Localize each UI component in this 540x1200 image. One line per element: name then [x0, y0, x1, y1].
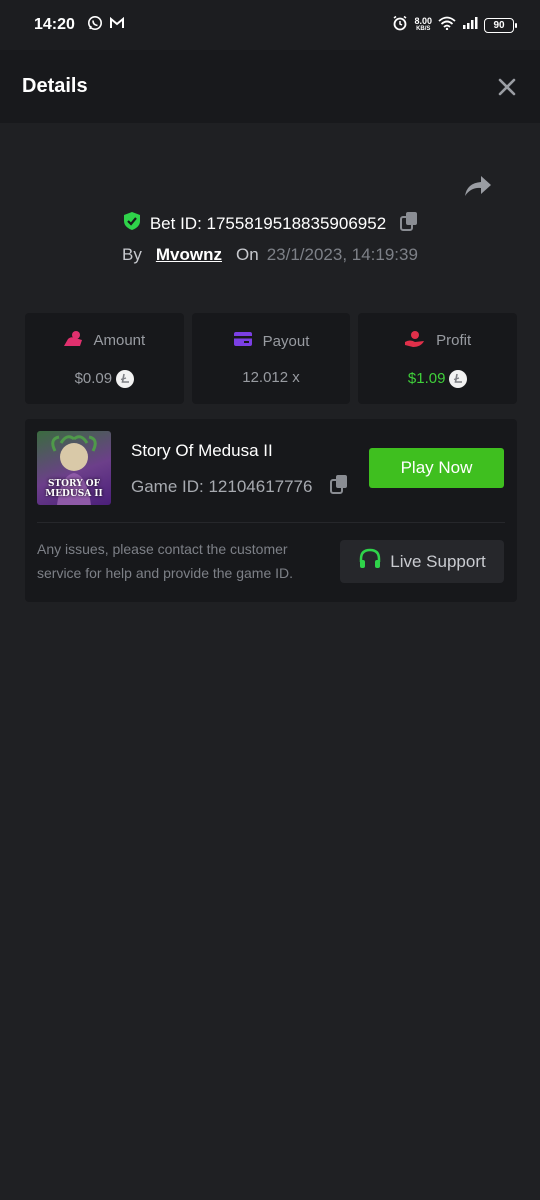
live-support-button[interactable]: Live Support — [340, 540, 504, 583]
amount-icon — [63, 330, 83, 352]
game-thumbnail[interactable]: STORY OF MEDUSA II — [37, 431, 111, 505]
status-bar: 14:20 8.00 KB/S 90 — [0, 0, 540, 50]
thumb-title-line2: MEDUSA II — [45, 489, 103, 499]
status-notification-icons — [87, 15, 125, 36]
payout-card-icon — [233, 331, 253, 351]
alarm-icon — [392, 15, 408, 36]
net-speed-unit: KB/S — [416, 26, 431, 32]
share-icon[interactable] — [463, 174, 493, 200]
on-label: On — [236, 245, 259, 264]
litecoin-icon — [449, 369, 468, 388]
payout-value: 12.012 x — [242, 369, 300, 386]
bet-meta-row: By Mvownz On 23/1/2023, 14:19:39 — [0, 245, 540, 265]
litecoin-icon — [116, 369, 135, 388]
close-icon[interactable] — [496, 76, 518, 98]
bet-date: 23/1/2023, 14:19:39 — [266, 245, 418, 264]
whatsapp-icon — [87, 15, 103, 36]
thumb-title-line1: STORY OF — [47, 479, 101, 489]
game-name: Story Of Medusa II — [131, 441, 273, 460]
bet-id-text: Bet ID: 1755819518835906952 — [149, 213, 387, 233]
amount-label: Amount — [93, 332, 146, 349]
page-title: Details — [22, 75, 88, 97]
net-speed-value: 8.00 — [414, 16, 432, 26]
stat-profit: Profit $1.09 — [358, 313, 518, 404]
stat-payout: Payout 12.012 x — [191, 313, 351, 404]
net-speed: 8.00 KB/S — [414, 17, 432, 33]
by-label: By — [122, 245, 142, 264]
game-id: Game ID: 12104617776 — [131, 476, 313, 496]
headset-icon — [358, 548, 382, 575]
wifi-icon — [438, 16, 456, 35]
stat-amount: Amount $0.09 — [25, 313, 184, 404]
payout-label: Payout — [262, 332, 310, 350]
live-support-label: Live Support — [390, 551, 486, 571]
verified-shield-icon — [122, 211, 142, 236]
copy-bet-id-icon[interactable] — [400, 211, 418, 236]
details-header: Details — [0, 50, 540, 123]
bet-id-row: Bet ID: 1755819518835906952 — [0, 211, 540, 236]
game-thumbnail-title: STORY OF MEDUSA II — [37, 479, 111, 499]
game-card: STORY OF MEDUSA II Story Of Medusa II Ga… — [25, 419, 517, 602]
username-link[interactable]: Mvownz — [156, 245, 222, 265]
copy-game-id-icon[interactable] — [330, 474, 348, 499]
profit-value: $1.09 — [407, 370, 446, 387]
signal-icon — [462, 16, 478, 34]
profit-label: Profit — [436, 332, 472, 349]
help-text: Any issues, please contact the customer … — [37, 541, 294, 581]
status-time: 14:20 — [34, 16, 75, 33]
gmail-icon — [109, 16, 125, 35]
battery-icon: 90 — [484, 17, 517, 33]
status-system-icons: 8.00 KB/S 90 — [392, 15, 517, 36]
profit-icon — [404, 330, 426, 352]
bet-stats: Amount $0.09 Payout 12.012 x Profit $1.0… — [25, 313, 518, 404]
divider — [37, 522, 505, 523]
play-now-button[interactable]: Play Now — [369, 448, 504, 488]
amount-value: $0.09 — [74, 370, 113, 387]
